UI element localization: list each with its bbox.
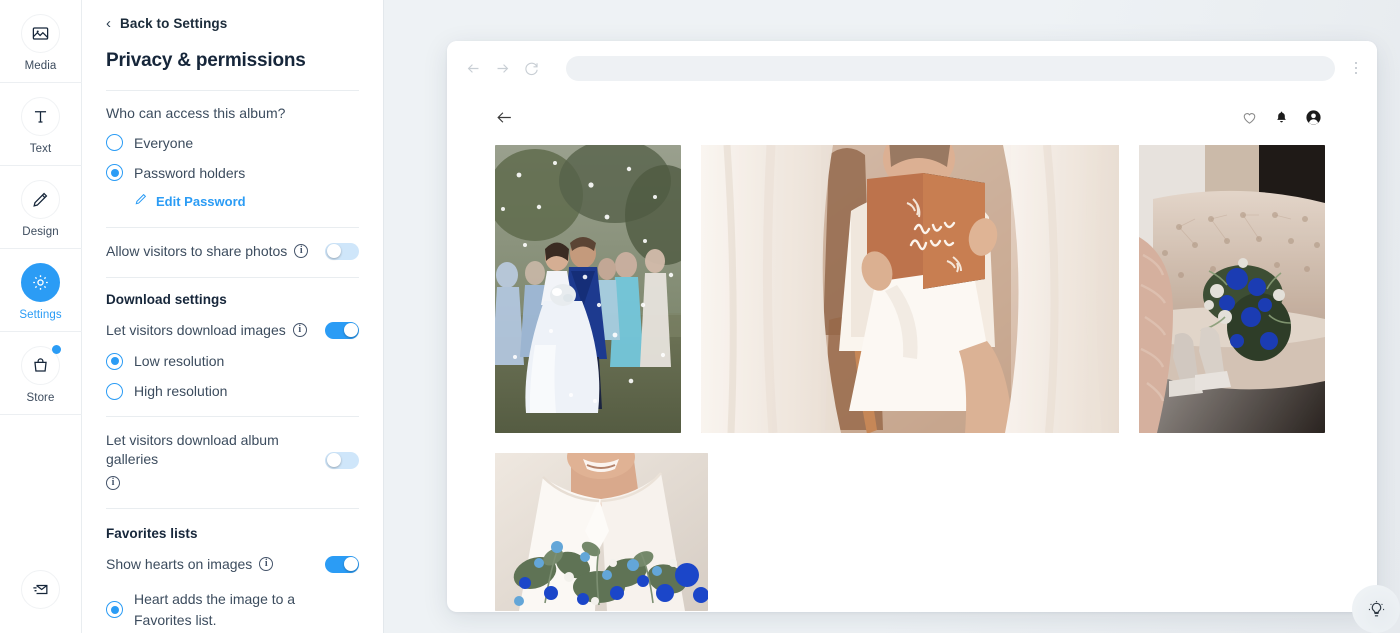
arrow-right-icon[interactable] [494,60,511,77]
url-input[interactable] [566,55,1335,81]
photo-bride-reading-card[interactable] [701,145,1119,433]
photo-bride-and-groom-confetti[interactable] [495,145,681,433]
settings-panel: ‹ Back to Settings Privacy & permissions… [82,0,384,633]
info-icon[interactable]: i [259,557,274,571]
envelope-icon [21,570,60,609]
arrow-left-icon[interactable] [465,60,482,77]
account-avatar-icon[interactable] [1305,109,1322,131]
browser-preview-window [447,41,1377,612]
gallery-row [495,453,1329,611]
allow-share-photos-row: Allow visitors to share photos i [106,242,359,261]
image-icon [21,14,60,53]
section-divider [106,415,359,417]
bag-icon [21,345,61,385]
site-back-arrow-icon[interactable] [495,108,514,132]
edit-password-label: Edit Password [156,194,246,209]
radio-icon [106,352,123,370]
bell-icon[interactable] [1274,110,1289,130]
pencil-icon [21,180,60,219]
photo-shoes-and-bouquet-sofa[interactable] [1139,145,1325,433]
radio-option-everyone[interactable]: Everyone [106,134,359,151]
radio-icon [106,601,123,619]
preview-canvas [384,0,1400,633]
app-root: Media Text Design Settings Store ‹ Back … [0,0,1400,633]
radio-label: Heart adds the image to a Favorites list… [134,591,296,628]
rail-item-store[interactable]: Store [0,332,82,414]
radio-label: High resolution [134,383,228,400]
rail-item-label: Store [26,392,55,404]
site-header [447,95,1377,145]
rail-item-label: Settings [19,309,62,321]
let-download-images-toggle[interactable] [325,321,359,339]
photo-gallery [447,145,1377,611]
radio-label: Everyone [134,134,194,151]
show-hearts-label-wrap: Show hearts on images i [106,555,317,574]
gallery-row [495,145,1329,433]
info-icon[interactable]: i [106,475,120,490]
show-hearts-row: Show hearts on images i [106,555,359,574]
edit-password-link[interactable]: Edit Password [134,192,359,211]
show-hearts-toggle[interactable] [325,555,359,573]
chevron-left-icon: ‹ [106,14,111,32]
rail-item-settings[interactable]: Settings [0,249,82,331]
let-download-images-row: Let visitors download images i [106,321,359,340]
radio-option-high-resolution[interactable]: High resolution [106,382,359,400]
radio-option-password-holders[interactable]: Password holders [106,164,359,181]
let-download-galleries-label-wrap: Let visitors download album galleries i [106,431,311,490]
favorites-lists-section: Favorites lists Show hearts on images i … [82,509,383,630]
access-section: Who can access this album? Everyone Pass… [82,91,383,278]
section-divider [106,227,359,228]
rail-item-media[interactable]: Media [0,0,82,82]
gear-icon [21,263,60,302]
pencil-icon [134,192,148,211]
rail-item-label: Media [24,60,57,72]
rail-item-text[interactable]: Text [0,83,82,165]
radio-label: Password holders [134,164,246,181]
text-icon [21,97,60,136]
let-download-images-label: Let visitors download images [106,321,286,338]
show-hearts-label: Show hearts on images [106,555,253,572]
rail-item-design[interactable]: Design [0,166,82,248]
page-title: Privacy & permissions [106,50,306,71]
site-header-actions [1241,109,1322,131]
allow-share-photos-label-wrap: Allow visitors to share photos i [106,242,317,261]
radio-option-heart-adds-to-favorites[interactable]: Heart adds the image to a Favorites list… [106,589,359,630]
rail-item-contact[interactable] [0,556,82,619]
download-settings-title: Download settings [106,291,227,307]
back-to-settings-label: Back to Settings [120,16,228,31]
radio-icon [106,382,123,400]
panel-header: ‹ Back to Settings Privacy & permissions [82,0,383,91]
reload-icon[interactable] [523,60,540,77]
info-icon[interactable]: i [294,244,309,259]
rail-item-label: Text [29,143,52,155]
radio-label: Low resolution [134,353,225,370]
photo-bride-with-bouquet[interactable] [495,453,708,611]
info-icon[interactable]: i [292,323,307,338]
heart-icon[interactable] [1241,109,1258,131]
lightbulb-icon[interactable] [1352,585,1400,633]
let-download-galleries-row: Let visitors download album galleries i [106,431,359,490]
rail-item-label: Design [22,226,59,238]
store-badge-dot [52,345,61,354]
kebab-menu-icon[interactable] [1354,61,1357,75]
left-rail: Media Text Design Settings Store [0,0,82,633]
favorites-lists-title: Favorites lists [106,525,198,541]
allow-share-photos-label: Allow visitors to share photos [106,243,288,259]
let-download-images-label-wrap: Let visitors download images i [106,321,317,340]
rail-divider [0,414,82,415]
radio-icon [106,164,123,181]
radio-icon [106,134,123,151]
access-question: Who can access this album? [106,105,286,121]
back-to-settings-button[interactable]: ‹ Back to Settings [106,14,359,32]
browser-chrome [447,41,1377,95]
radio-option-low-resolution[interactable]: Low resolution [106,352,359,370]
let-download-galleries-toggle[interactable] [325,451,359,469]
let-download-galleries-label: Let visitors download album galleries [106,431,279,467]
download-settings-section: Download settings Let visitors download … [82,278,383,509]
allow-share-photos-toggle[interactable] [325,242,359,260]
